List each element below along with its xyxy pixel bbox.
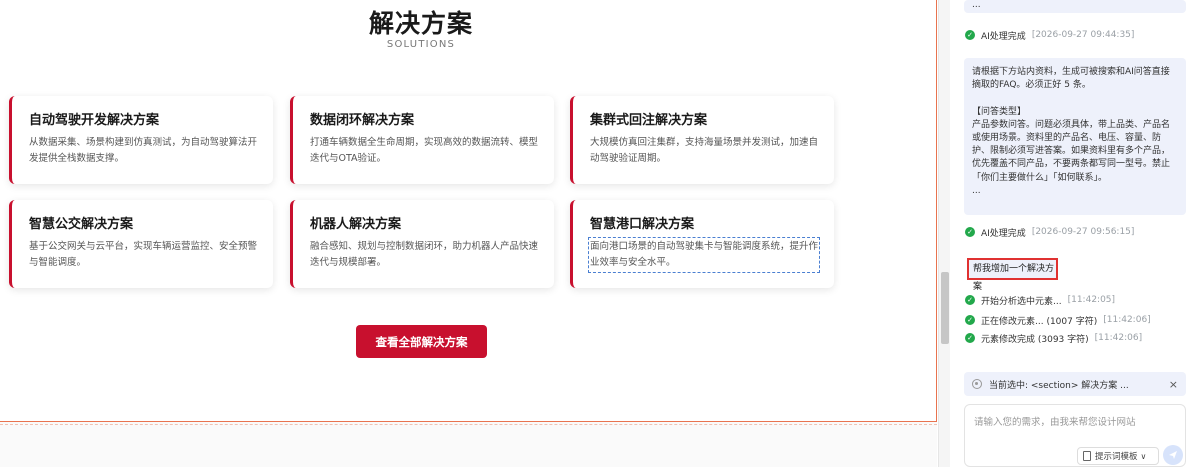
canvas-next-section — [0, 422, 937, 467]
selected-card-desc[interactable]: 面向港口场景的自动驾驶集卡与智能调度系统，提升作 业效率与安全水平。 — [588, 237, 820, 273]
card-desc-line: 面向港口场景的自动驾驶集卡与智能调度系统，提升作 — [590, 241, 819, 252]
prompt-text: 请根据下方站内资料，生成可被搜索和AI问答直接摘取的FAQ。必须正好 5 条。 … — [972, 67, 1171, 196]
chevron-down-icon: ∨ — [1140, 451, 1147, 461]
chat-input-box: 提示词模板 ∨ — [964, 404, 1186, 467]
canvas-selection-edge — [936, 0, 937, 422]
status-time: [2026-09-27 09:56:15] — [1031, 227, 1135, 237]
canvas-divider — [0, 424, 937, 425]
card-desc-line: 大规模仿真回注集群，支持海量场景并发测试，加速自 — [590, 137, 819, 148]
canvas-scrollbar[interactable] — [938, 0, 950, 467]
card-desc-line: 动驾驶验证周期。 — [590, 153, 667, 164]
check-circle-icon: ✓ — [965, 315, 975, 325]
message-bubble: ... — [964, 0, 1186, 13]
send-icon — [1169, 451, 1177, 459]
card-desc: 打通车辆数据全生命周期，实现高效的数据流转、模型 迭代与OTA验证。 — [310, 135, 538, 167]
status-time: [2026-09-27 09:44:35] — [1031, 30, 1135, 40]
card-title: 集群式回注解决方案 — [590, 113, 708, 128]
card-desc: 大规模仿真回注集群，支持海量场景并发测试，加速自 动驾驶验证周期。 — [590, 135, 818, 167]
preview-canvas: 解决方案 SOLUTIONS 自动驾驶开发解决方案 从数据采集、场景构建到仿真测… — [0, 0, 938, 467]
card-desc: 基于公交网关与云平台，实现车辆运营监控、安全预警 与智能调度。 — [29, 239, 257, 271]
status-line: ✓ AI处理完成 [2026-09-27 09:56:15] — [965, 225, 1134, 239]
prompt-template-button[interactable]: 提示词模板 ∨ — [1077, 447, 1159, 465]
status-line: ✓ AI处理完成 [2026-09-27 09:44:35] — [965, 28, 1134, 42]
solution-card[interactable]: 自动驾驶开发解决方案 从数据采集、场景构建到仿真测试，为自动驾驶算法开 发提供全… — [9, 96, 273, 184]
step-text: 正在修改元素... (1007 字符) — [981, 316, 1098, 327]
target-icon — [972, 379, 982, 389]
assistant-panel: ... ✓ AI处理完成 [2026-09-27 09:44:35] 请根据下方… — [950, 0, 1200, 467]
check-circle-icon: ✓ — [965, 30, 975, 40]
app-root: 解决方案 SOLUTIONS 自动驾驶开发解决方案 从数据采集、场景构建到仿真测… — [0, 0, 1200, 467]
send-button[interactable] — [1163, 445, 1183, 465]
card-desc: 从数据采集、场景构建到仿真测试，为自动驾驶算法开 发提供全栈数据支撑。 — [29, 135, 257, 167]
status-text: AI处理完成 — [981, 228, 1026, 239]
section-title: 解决方案 — [368, 9, 473, 38]
card-desc-line: 迭代与规模部署。 — [310, 257, 387, 268]
solution-card[interactable]: 集群式回注解决方案 大规模仿真回注集群，支持海量场景并发测试，加速自 动驾驶验证… — [570, 96, 834, 184]
document-icon — [1083, 451, 1091, 461]
check-circle-icon: ✓ — [965, 333, 975, 343]
solution-card[interactable]: 智慧港口解决方案 面向港口场景的自动驾驶集卡与智能调度系统，提升作 业效率与安全… — [570, 200, 834, 288]
message-text: ... — [972, 0, 981, 10]
section-subtitle: SOLUTIONS — [386, 39, 456, 50]
prompt-template-label: 提示词模板 — [1095, 452, 1138, 462]
prompt-bubble: 请根据下方站内资料，生成可被搜索和AI问答直接摘取的FAQ。必须正好 5 条。 … — [964, 58, 1186, 215]
scrollbar-thumb[interactable] — [941, 272, 949, 344]
close-icon[interactable]: × — [1169, 378, 1178, 391]
selected-element-bar: 当前选中: <section> 解决方案 ... × — [964, 372, 1186, 396]
user-request-bubble: 帮我增加一个解决方案 — [967, 258, 1058, 292]
solution-card[interactable]: 数据闭环解决方案 打通车辆数据全生命周期，实现高效的数据流转、模型 迭代与OTA… — [290, 96, 554, 184]
card-desc: 融合感知、规划与控制数据闭环，助力机器人产品快速 迭代与规模部署。 — [310, 239, 538, 271]
solution-card[interactable]: 机器人解决方案 融合感知、规划与控制数据闭环，助力机器人产品快速 迭代与规模部署… — [290, 200, 554, 288]
card-title: 智慧港口解决方案 — [590, 217, 695, 232]
card-desc-line: 迭代与OTA验证。 — [310, 153, 387, 164]
selected-element-label: 当前选中: <section> 解决方案 ... — [989, 380, 1129, 391]
chat-input[interactable] — [965, 405, 1185, 441]
card-desc-line: 从数据采集、场景构建到仿真测试，为自动驾驶算法开 — [29, 137, 258, 148]
status-text: AI处理完成 — [981, 31, 1026, 42]
check-circle-icon: ✓ — [965, 227, 975, 237]
card-desc-line: 发提供全栈数据支撑。 — [29, 153, 125, 164]
step-text: 元素修改完成 (3093 字符) — [981, 334, 1089, 345]
card-desc-line: 与智能调度。 — [29, 257, 87, 268]
card-title: 机器人解决方案 — [310, 217, 402, 232]
step-line: ✓ 正在修改元素... (1007 字符) [11:42:06] — [965, 313, 1151, 327]
step-time: [11:42:06] — [1094, 333, 1143, 343]
card-desc-line: 业效率与安全水平。 — [590, 257, 676, 268]
step-time: [11:42:06] — [1103, 315, 1151, 325]
card-title: 自动驾驶开发解决方案 — [29, 113, 160, 128]
step-line: ✓ 开始分析选中元素... [11:42:05] — [965, 293, 1115, 307]
card-title: 智慧公交解决方案 — [29, 217, 134, 232]
step-line: ✓ 元素修改完成 (3093 字符) [11:42:06] — [965, 331, 1142, 345]
card-title: 数据闭环解决方案 — [310, 113, 415, 128]
step-time: [11:42:05] — [1067, 295, 1116, 305]
card-desc-line: 融合感知、规划与控制数据闭环，助力机器人产品快速 — [310, 241, 539, 252]
view-all-solutions-button[interactable]: 查看全部解决方案 — [356, 325, 487, 358]
check-circle-icon: ✓ — [965, 295, 975, 305]
card-desc-line: 基于公交网关与云平台，实现车辆运营监控、安全预警 — [29, 241, 258, 252]
solution-card[interactable]: 智慧公交解决方案 基于公交网关与云平台，实现车辆运营监控、安全预警 与智能调度。 — [9, 200, 273, 288]
step-text: 开始分析选中元素... — [981, 296, 1062, 307]
card-desc-line: 打通车辆数据全生命周期，实现高效的数据流转、模型 — [310, 137, 539, 148]
